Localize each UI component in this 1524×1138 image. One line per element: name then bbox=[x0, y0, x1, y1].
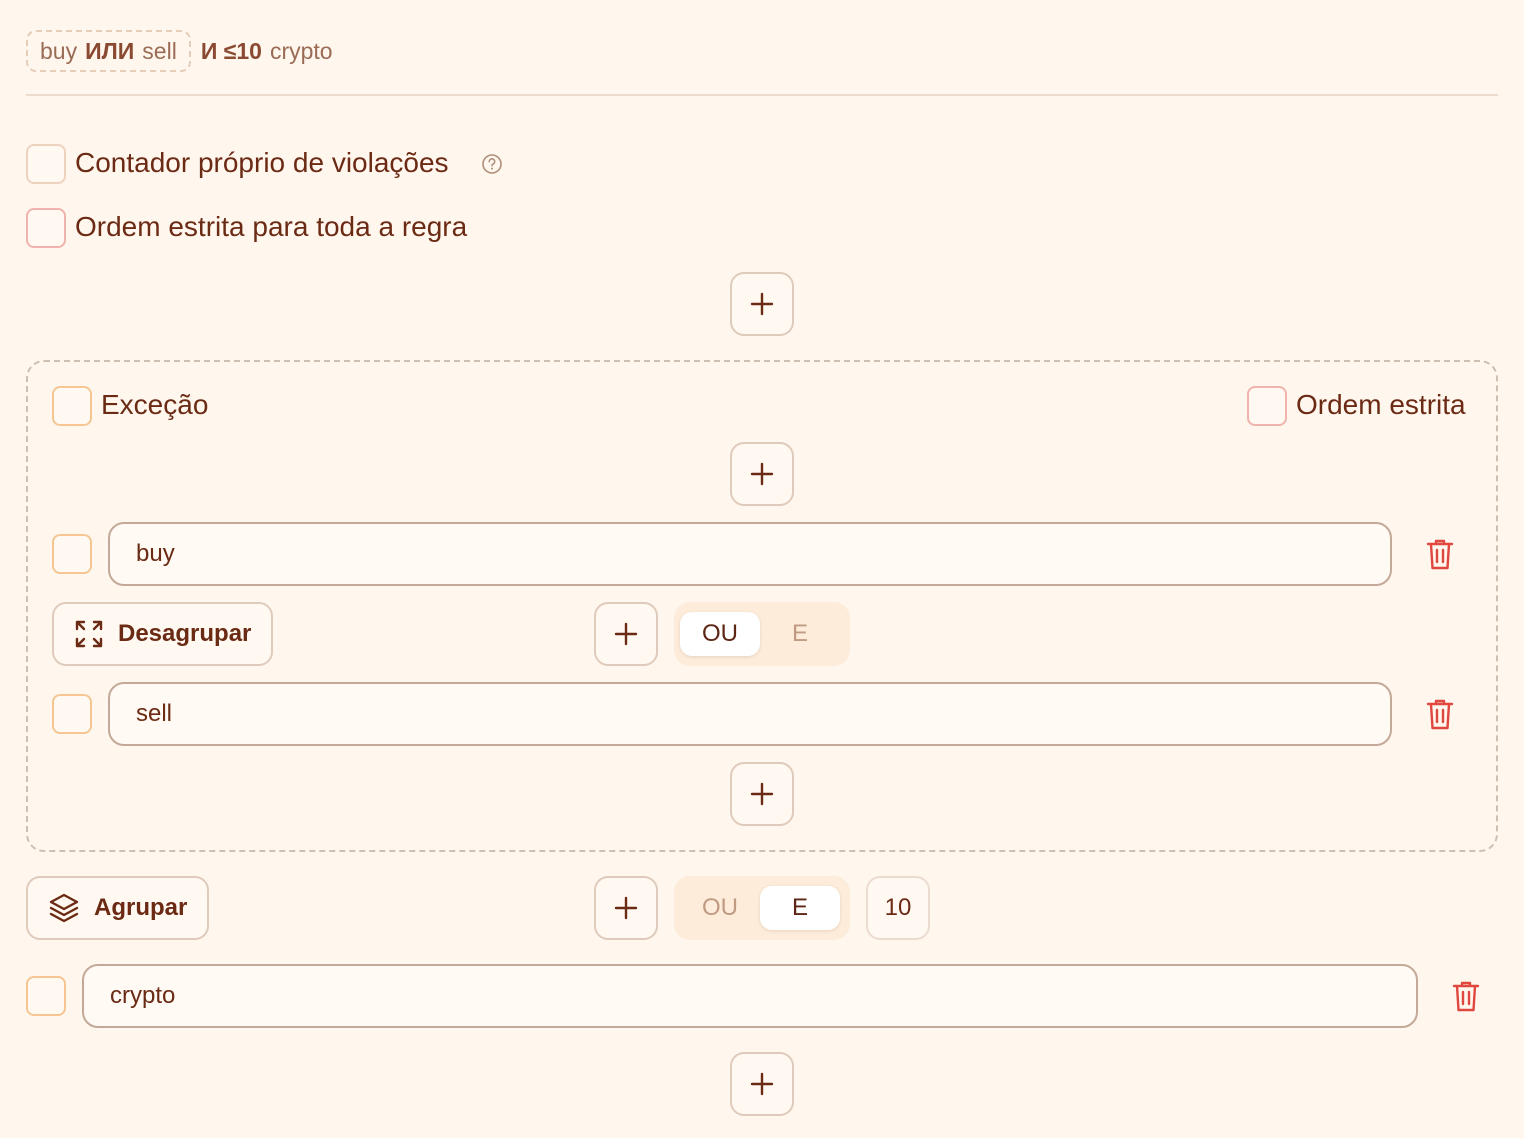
add-term-button[interactable] bbox=[730, 442, 794, 506]
term-checkbox[interactable] bbox=[52, 534, 92, 574]
summary-term: crypto bbox=[269, 37, 333, 64]
distance-input[interactable]: 10 bbox=[866, 876, 930, 940]
exception-label: Exceção bbox=[101, 389, 209, 420]
term-checkbox[interactable] bbox=[52, 694, 92, 734]
strict-order-rule-checkbox[interactable] bbox=[26, 208, 66, 248]
term-input[interactable]: crypto bbox=[82, 964, 1418, 1028]
operator-and-option[interactable]: E bbox=[760, 886, 840, 930]
operator-or-option[interactable]: OU bbox=[680, 886, 760, 930]
strict-order-rule-label: Ordem estrita para toda a regra bbox=[75, 211, 468, 242]
exception-checkbox[interactable] bbox=[52, 386, 92, 426]
term-input[interactable]: buy bbox=[108, 522, 1392, 586]
plus-icon bbox=[614, 896, 638, 920]
add-term-button[interactable] bbox=[594, 876, 658, 940]
summary-rest: И ≤10 crypto bbox=[201, 38, 333, 65]
help-circle-icon[interactable] bbox=[481, 153, 503, 175]
own-counter-label: Contador próprio de violações bbox=[75, 147, 449, 178]
group-label: Agrupar bbox=[94, 894, 188, 921]
operator-toggle: OU E bbox=[674, 876, 850, 940]
add-term-button[interactable] bbox=[730, 762, 794, 826]
plus-icon bbox=[614, 622, 638, 646]
group-button[interactable]: Agrupar bbox=[26, 876, 210, 940]
trash-icon[interactable] bbox=[1424, 697, 1456, 731]
rule-summary: buy ИЛИ sell И ≤10 crypto bbox=[26, 30, 333, 72]
plus-icon bbox=[750, 462, 774, 486]
divider bbox=[26, 94, 1498, 96]
expand-arrows-icon bbox=[75, 620, 103, 648]
own-counter-checkbox[interactable] bbox=[26, 144, 66, 184]
summary-group-chip: buy ИЛИ sell bbox=[26, 30, 191, 72]
plus-icon bbox=[750, 782, 774, 806]
ungroup-button[interactable]: Desagrupar bbox=[52, 602, 274, 666]
operator-and-option[interactable]: E bbox=[760, 612, 840, 656]
add-term-button[interactable] bbox=[730, 272, 794, 336]
plus-icon bbox=[750, 1072, 774, 1096]
trash-icon[interactable] bbox=[1424, 537, 1456, 571]
summary-term: sell bbox=[142, 37, 177, 64]
operator-or-option[interactable]: OU bbox=[680, 612, 760, 656]
add-term-button[interactable] bbox=[730, 1052, 794, 1116]
ungroup-label: Desagrupar bbox=[118, 620, 252, 647]
term-input[interactable]: sell bbox=[108, 682, 1392, 746]
summary-operator: ИЛИ bbox=[85, 37, 135, 64]
plus-icon bbox=[750, 292, 774, 316]
summary-operator: И ≤10 bbox=[200, 37, 262, 64]
layers-icon bbox=[49, 893, 79, 923]
add-term-button[interactable] bbox=[594, 602, 658, 666]
group-strict-order-label: Ordem estrita bbox=[1296, 389, 1466, 420]
operator-toggle: OU E bbox=[674, 602, 850, 666]
group-strict-order-checkbox[interactable] bbox=[1247, 386, 1287, 426]
term-checkbox[interactable] bbox=[26, 976, 66, 1016]
trash-icon[interactable] bbox=[1450, 979, 1482, 1013]
summary-term: buy bbox=[40, 37, 78, 64]
